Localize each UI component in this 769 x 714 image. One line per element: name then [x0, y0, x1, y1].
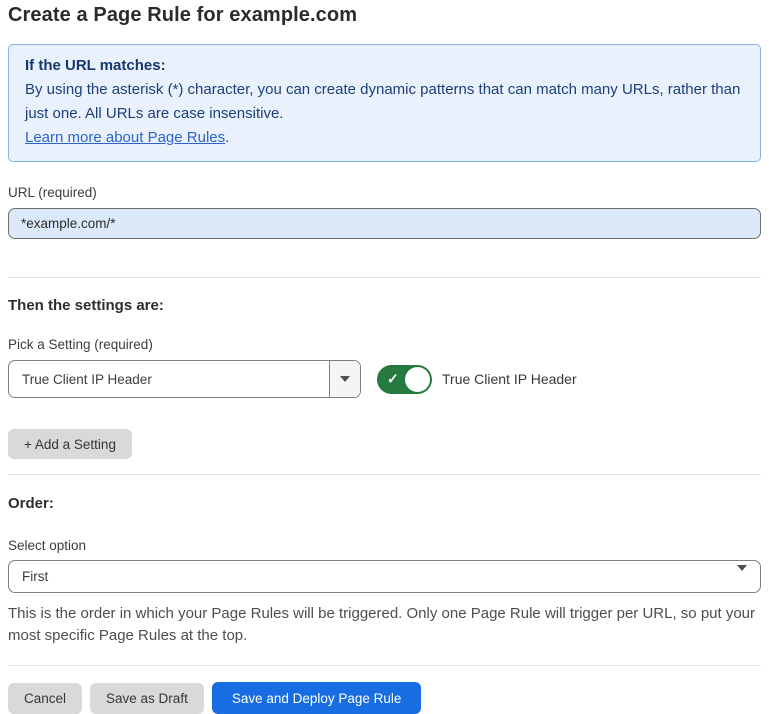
footer-actions: Cancel Save as Draft Save and Deploy Pag… — [8, 682, 761, 714]
setting-toggle[interactable]: ✓ — [377, 365, 432, 394]
order-select-label: Select option — [8, 538, 761, 553]
toggle-label: True Client IP Header — [442, 371, 577, 387]
order-help-text: This is the order in which your Page Rul… — [8, 603, 761, 647]
url-match-info-box: If the URL matches: By using the asteris… — [8, 44, 761, 162]
settings-section-heading: Then the settings are: — [8, 297, 761, 314]
chevron-down-triangle — [340, 376, 350, 382]
order-select-value: First — [9, 569, 760, 584]
link-period: . — [225, 129, 229, 146]
chevron-down-icon — [737, 571, 747, 586]
toggle-knob — [405, 367, 430, 392]
divider-footer — [8, 665, 761, 666]
add-setting-button[interactable]: + Add a Setting — [8, 429, 132, 459]
learn-more-link[interactable]: Learn more about Page Rules — [25, 129, 225, 146]
chevron-down-triangle — [737, 565, 747, 586]
setting-picker-row: True Client IP Header ✓ True Client IP H… — [8, 360, 761, 398]
url-label: URL (required) — [8, 185, 761, 200]
info-box-link-line: Learn more about Page Rules. — [25, 126, 744, 150]
page-title: Create a Page Rule for example.com — [8, 4, 761, 27]
check-icon: ✓ — [387, 372, 399, 386]
info-box-body: By using the asterisk (*) character, you… — [25, 78, 744, 126]
order-select[interactable]: First — [8, 560, 761, 593]
divider-settings-order — [8, 474, 761, 475]
order-section-heading: Order: — [8, 495, 761, 512]
cancel-button[interactable]: Cancel — [8, 683, 82, 714]
info-box-heading: If the URL matches: — [25, 54, 744, 78]
chevron-down-icon[interactable] — [329, 361, 360, 397]
save-draft-button[interactable]: Save as Draft — [90, 683, 204, 714]
setting-select-value: True Client IP Header — [9, 372, 329, 387]
setting-select[interactable]: True Client IP Header — [8, 360, 361, 398]
pick-setting-label: Pick a Setting (required) — [8, 337, 761, 352]
url-input[interactable] — [8, 208, 761, 239]
save-deploy-button[interactable]: Save and Deploy Page Rule — [212, 682, 422, 714]
divider-url-settings — [8, 277, 761, 278]
